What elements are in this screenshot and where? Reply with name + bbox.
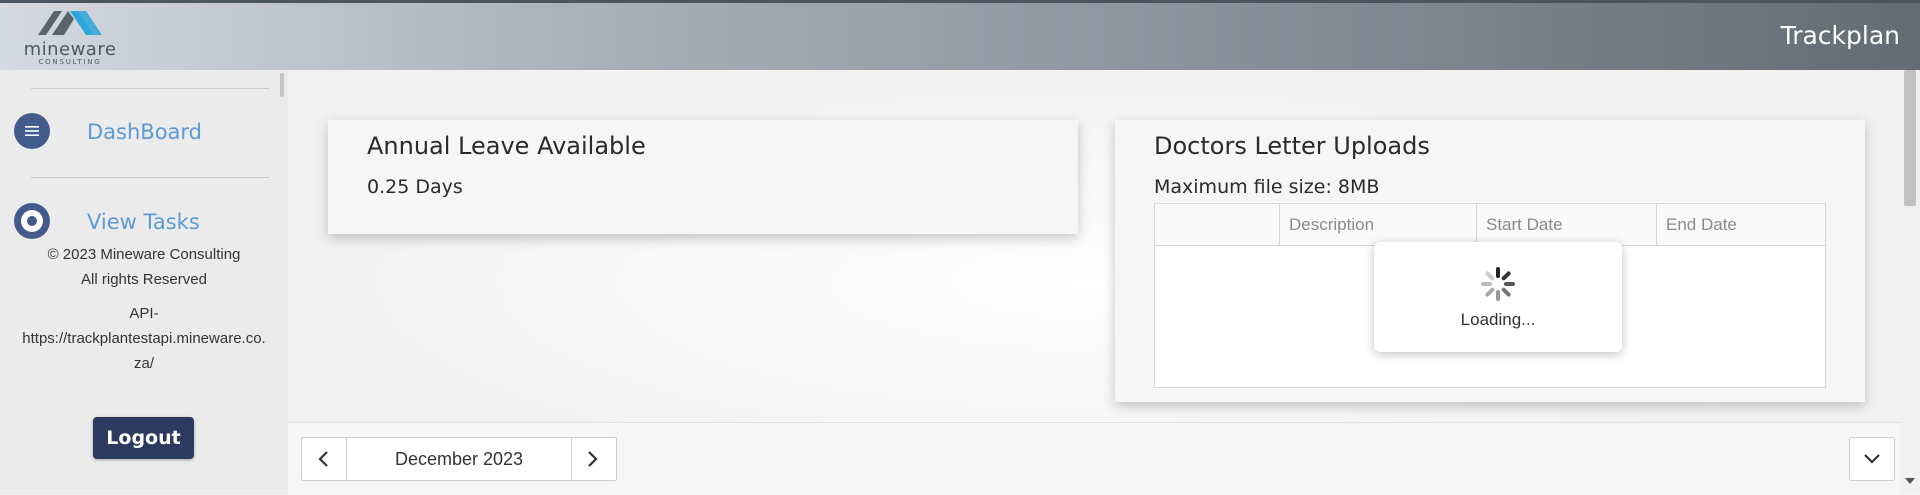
target-icon[interactable] bbox=[14, 203, 50, 239]
mineware-logo-icon bbox=[38, 11, 102, 35]
sidebar-divider bbox=[31, 177, 269, 178]
column-header-description[interactable]: Description bbox=[1279, 204, 1476, 246]
grid-header: Description Start Date End Date bbox=[1155, 204, 1825, 246]
footer-bar: December 2023 bbox=[288, 422, 1900, 495]
max-file-size: Maximum file size: 8MB bbox=[1154, 176, 1380, 198]
api-url-line: https://trackplantestapi.mineware.co. bbox=[22, 330, 266, 347]
api-label: API- bbox=[129, 305, 159, 322]
app-title: Trackplan bbox=[1780, 21, 1900, 50]
scrollbar-thumb[interactable] bbox=[1904, 70, 1916, 206]
sidebar-item-view-tasks[interactable]: View Tasks bbox=[87, 210, 200, 234]
company-logo[interactable]: mineware CONSULTING bbox=[18, 5, 122, 69]
sidebar: DashBoard View Tasks © 2023 Mineware Con… bbox=[0, 70, 288, 494]
api-url-line-end: za/ bbox=[133, 355, 154, 372]
scroll-down-arrow-icon[interactable] bbox=[1905, 478, 1915, 484]
chevron-down-icon bbox=[1864, 454, 1880, 464]
column-header-start-date[interactable]: Start Date bbox=[1476, 204, 1656, 246]
loading-overlay: Loading... bbox=[1374, 242, 1622, 352]
column-header-end-date[interactable]: End Date bbox=[1656, 204, 1825, 246]
menu-icon[interactable] bbox=[14, 113, 50, 149]
rights-text: All rights Reserved bbox=[81, 271, 207, 288]
top-bar: mineware CONSULTING Trackplan bbox=[0, 0, 1920, 70]
annual-leave-title: Annual Leave Available bbox=[367, 132, 646, 160]
annual-leave-card: Annual Leave Available 0.25 Days bbox=[328, 120, 1078, 234]
sidebar-item-dashboard[interactable]: DashBoard bbox=[87, 120, 202, 144]
sidebar-scrollbar[interactable] bbox=[280, 73, 284, 97]
expand-button[interactable] bbox=[1849, 437, 1895, 481]
doctors-letter-title: Doctors Letter Uploads bbox=[1154, 132, 1430, 160]
logo-subtitle: CONSULTING bbox=[38, 58, 102, 66]
logo-wordmark: mineware bbox=[23, 39, 117, 60]
loading-text: Loading... bbox=[1460, 310, 1536, 329]
logout-button[interactable]: Logout bbox=[93, 417, 194, 459]
page-scrollbar[interactable] bbox=[1900, 70, 1920, 494]
copyright-text: © 2023 Mineware Consulting bbox=[47, 246, 241, 263]
chevron-left-icon bbox=[318, 451, 328, 467]
spinner-icon bbox=[1481, 267, 1515, 301]
sidebar-divider bbox=[31, 88, 269, 89]
annual-leave-value: 0.25 Days bbox=[367, 176, 463, 198]
chevron-right-icon bbox=[588, 451, 598, 467]
month-pager: December 2023 bbox=[301, 437, 617, 481]
current-month-label[interactable]: December 2023 bbox=[346, 438, 572, 480]
previous-month-button[interactable] bbox=[302, 438, 346, 480]
next-month-button[interactable] bbox=[572, 438, 616, 480]
column-header-blank[interactable] bbox=[1155, 204, 1279, 246]
